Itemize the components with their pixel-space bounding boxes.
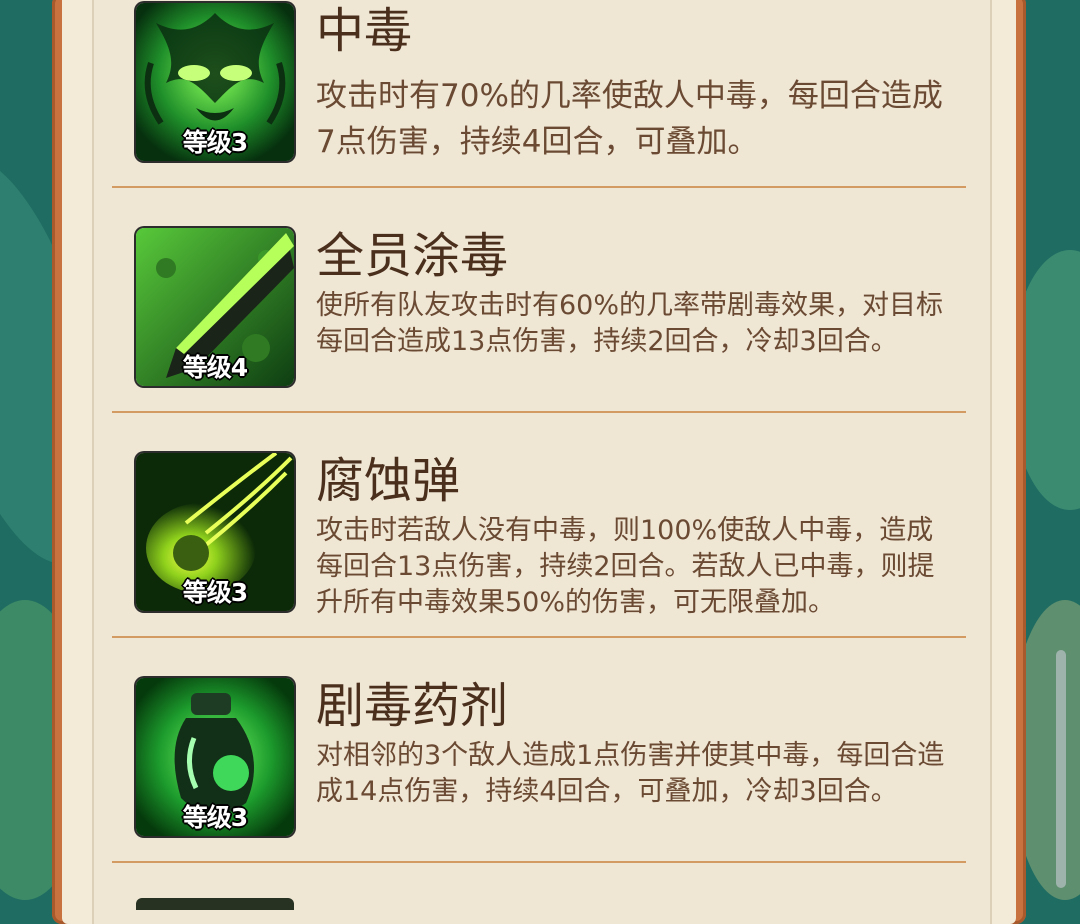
divider [112,861,966,863]
skill-level-label: 等级3 [182,578,248,607]
skill-item-poison[interactable]: 等级3 中毒 攻击时有70%的几率使敌人中毒，每回合造成7点伤害，持续4回合，可… [112,0,966,188]
scrollbar[interactable] [1056,650,1066,888]
skill-level-label: 等级3 [182,128,248,157]
next-skill-icon-partial [136,898,294,910]
skill-description: 对相邻的3个敌人造成1点伤害并使其中毒，每回合造成14点伤害，持续4回合，可叠加… [316,740,945,807]
skill-name: 全员涂毒 [316,228,509,284]
skill-description: 使所有队友攻击时有60%的几率带剧毒效果，对目标每回合造成13点伤害，持续2回合… [316,290,944,357]
skill-item-team-poison[interactable]: 等级4 全员涂毒 使所有队友攻击时有60%的几率带剧毒效果，对目标每回合造成13… [112,188,966,413]
skill-name: 腐蚀弹 [316,453,461,509]
skill-description: 攻击时有70%的几率使敌人中毒，每回合造成7点伤害，持续4回合，可叠加。 [316,78,943,160]
poison-potion-icon: 等级3 [136,678,294,836]
skill-name: 剧毒药剂 [316,678,509,734]
skill-item-toxic-potion[interactable]: 等级3 剧毒药剂 对相邻的3个敌人造成1点伤害并使其中毒，每回合造成14点伤害，… [112,638,966,863]
skill-item-corrosion-bullet[interactable]: 等级3 腐蚀弹 攻击时若敌人没有中毒，则100%使敌人中毒，造成每回合13点伤害… [112,413,966,638]
skill-level-label: 等级3 [182,803,248,832]
poison-mask-icon: 等级3 [136,3,294,161]
skill-level-label: 等级4 [182,353,248,382]
corrosion-bullet-icon: 等级3 [136,453,294,611]
poison-blade-icon: 等级4 [136,228,294,386]
skill-name: 中毒 [316,3,413,59]
skill-description: 攻击时若敌人没有中毒，则100%使敌人中毒，造成每回合13点伤害，持续2回合。若… [316,515,935,618]
